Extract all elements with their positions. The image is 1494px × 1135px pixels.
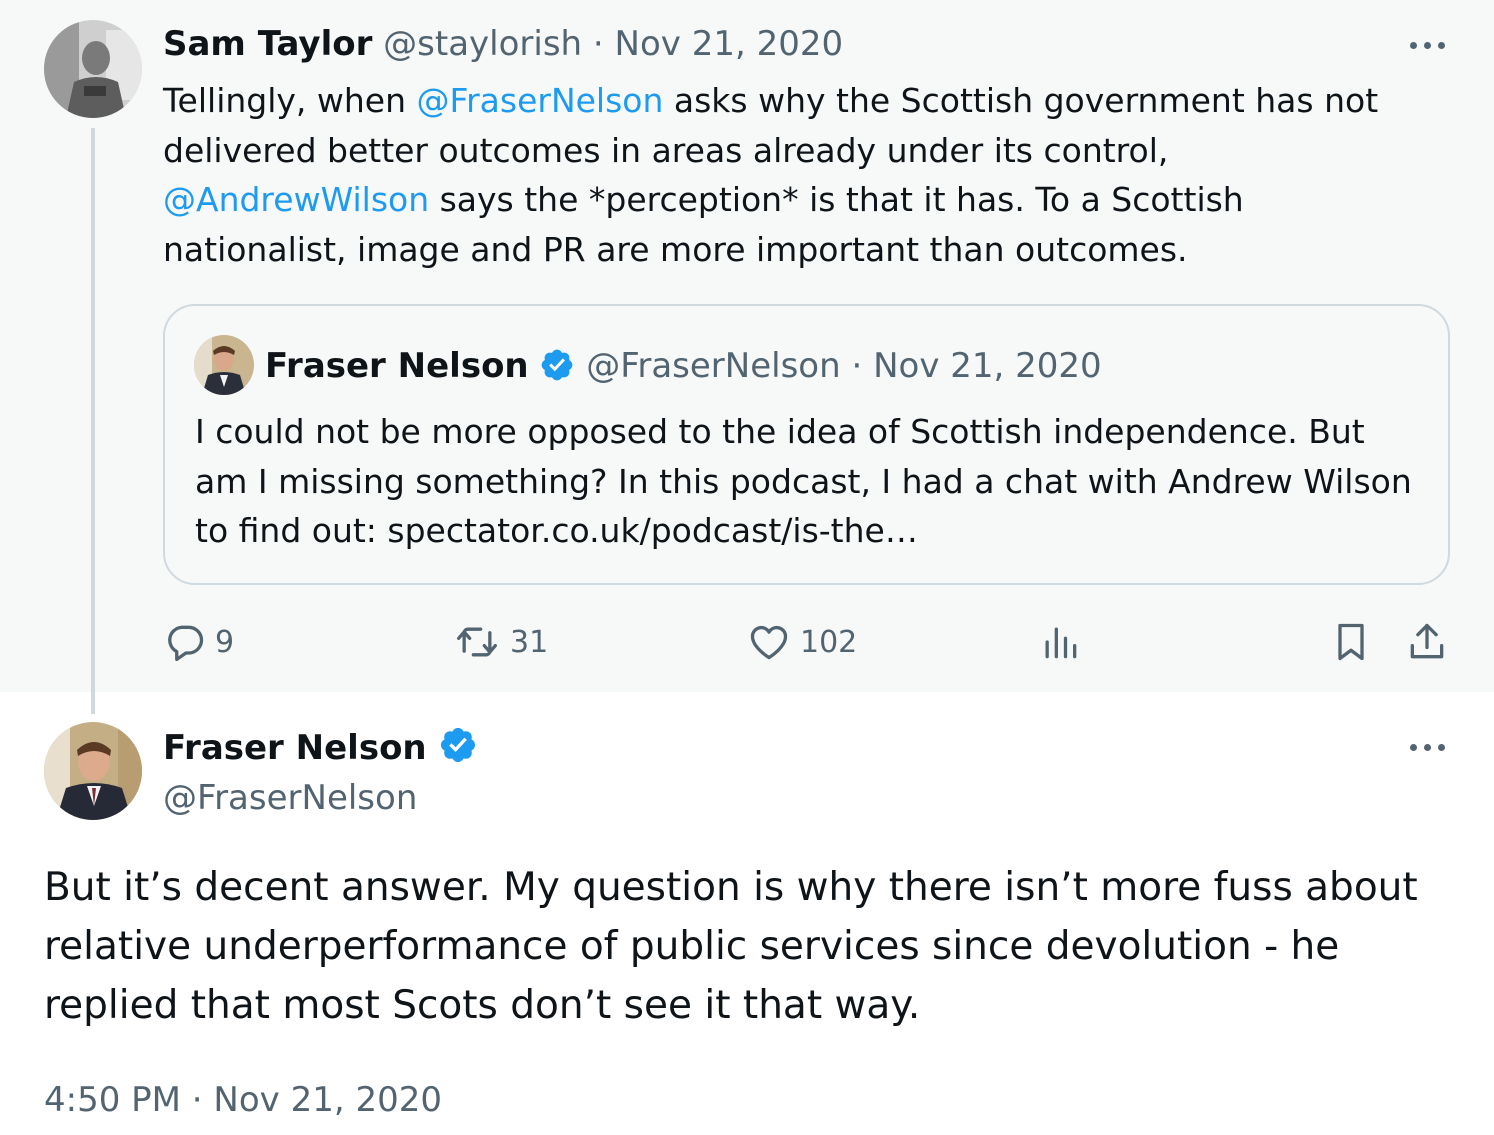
- heart-icon: [750, 625, 788, 660]
- share-icon: [1410, 623, 1444, 659]
- retweet-button[interactable]: 31: [452, 620, 548, 664]
- retweet-icon: [457, 627, 497, 657]
- quote-tweet-card[interactable]: Fraser Nelson @FraserNelson · Nov 21, 20…: [163, 304, 1450, 585]
- parent-tweet-text: Tellingly, when @FraserNelson asks why t…: [163, 76, 1433, 274]
- bookmark-icon: [1338, 623, 1364, 661]
- share-button[interactable]: [1404, 620, 1450, 664]
- main-author-handle[interactable]: @FraserNelson: [163, 776, 417, 820]
- reply-button[interactable]: 9: [163, 620, 234, 664]
- main-author-name[interactable]: Fraser Nelson: [163, 728, 427, 768]
- thread-connector-line: [91, 128, 95, 714]
- retweet-count: 31: [510, 624, 549, 660]
- mention-link[interactable]: @AndrewWilson: [163, 180, 429, 219]
- author-handle[interactable]: @staylorish: [383, 24, 582, 64]
- main-author-line: Fraser Nelson: [163, 725, 478, 770]
- mention-link[interactable]: @FraserNelson: [417, 81, 664, 120]
- reply-icon: [168, 625, 204, 662]
- fraser-nelson-avatar[interactable]: [44, 722, 142, 820]
- verified-badge-icon: [542, 349, 573, 381]
- separator: ·: [851, 346, 863, 386]
- bookmark-button[interactable]: [1329, 620, 1373, 664]
- parent-header: Sam Taylor @staylorish · Nov 21, 2020: [163, 22, 843, 66]
- parent-tweet[interactable]: Sam Taylor @staylorish · Nov 21, 2020 Te…: [0, 0, 1494, 692]
- quote-author-handle: @FraserNelson: [586, 346, 841, 386]
- reply-count: 9: [215, 624, 235, 660]
- main-tweet-text: But it’s decent answer. My question is w…: [44, 865, 1418, 1028]
- author-name[interactable]: Sam Taylor: [163, 24, 372, 64]
- text-segment: Tellingly, when: [163, 81, 417, 120]
- quote-tweet-text: I could not be more opposed to the idea …: [195, 412, 1412, 550]
- more-options-icon[interactable]: [1408, 34, 1448, 54]
- quote-date: Nov 21, 2020: [873, 346, 1102, 386]
- views-button[interactable]: [1038, 620, 1082, 664]
- sam-taylor-avatar[interactable]: [44, 20, 142, 118]
- quote-header: Fraser Nelson @FraserNelson · Nov 21, 20…: [265, 344, 1102, 388]
- views-icon: [1045, 627, 1077, 659]
- like-button[interactable]: 102: [746, 620, 857, 664]
- quote-author-name: Fraser Nelson: [265, 346, 529, 386]
- tweet-date[interactable]: Nov 21, 2020: [615, 24, 844, 64]
- fraser-nelson-avatar-small: [194, 335, 254, 395]
- like-count: 102: [800, 624, 858, 660]
- more-options-icon[interactable]: [1408, 736, 1448, 756]
- main-tweet-timestamp[interactable]: 4:50 PM · Nov 21, 2020: [44, 1078, 442, 1122]
- verified-badge-icon: [441, 727, 476, 763]
- separator: ·: [592, 24, 604, 64]
